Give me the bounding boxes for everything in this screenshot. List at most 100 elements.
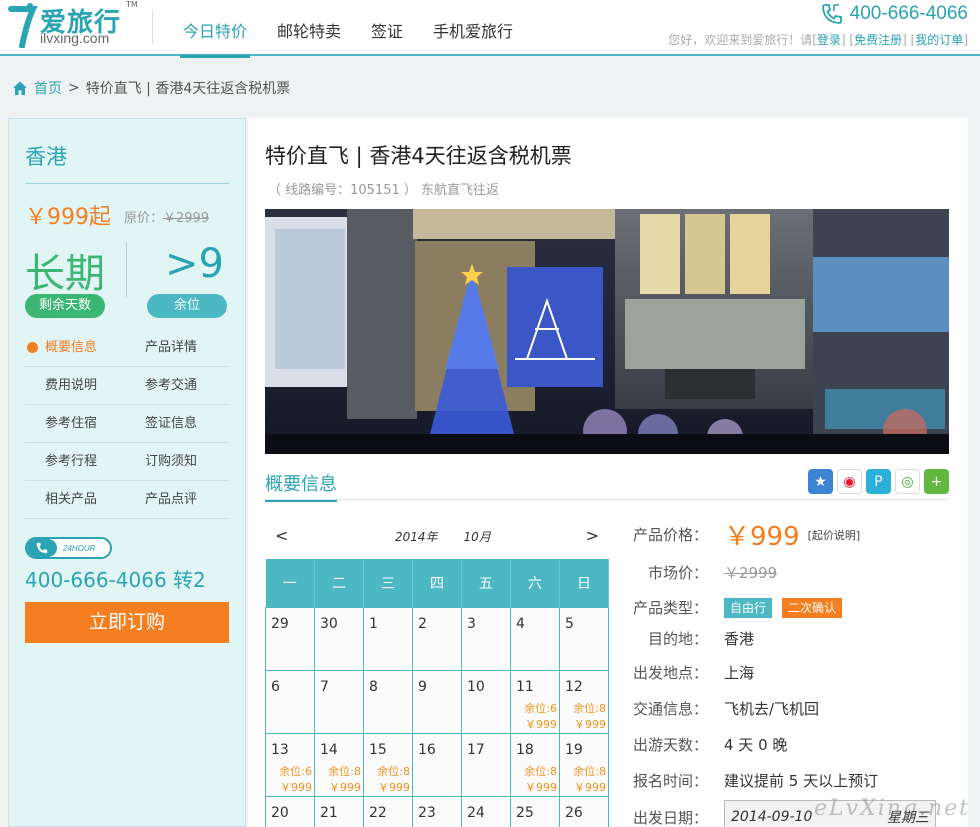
calendar-day-price: ￥999 [378,780,410,794]
calendar-day-cell[interactable]: 29 [265,606,315,671]
calendar-day-cell[interactable]: 26 [559,795,609,827]
calendar-day-cell[interactable]: 5 [559,606,609,671]
buy-now-button[interactable]: 立即订购 [25,602,229,643]
calendar-day-cell[interactable]: 14 余位:8 ￥999 [314,732,364,797]
calendar-day-cell[interactable]: 30 [314,606,364,671]
calendar-month-label: 2014年 10月 [395,528,491,545]
calendar-day-availability: 余位:8 ￥999 [573,764,606,796]
calendar-day-price: ￥999 [574,717,606,731]
menu-row: 相关产品 产品点评 [25,481,229,519]
tab-underline [265,499,949,500]
calendar-day-number: 1 [369,615,378,632]
product-subtitle: （ 线路编号：105151 ） 东航直飞往返 [268,183,500,198]
calendar-prev-button[interactable]: < [275,526,288,545]
breadcrumb-home[interactable]: 首页 [34,78,62,98]
nav-today-deals[interactable]: 今日特价 [168,0,262,58]
calendar-day-cell[interactable]: 2 [412,606,462,671]
calendar-day-number: 18 [516,741,534,758]
nav-cruise-sale[interactable]: 邮轮特卖 [262,0,356,56]
more-share-icon[interactable]: + [924,469,949,494]
calendar-day-cell[interactable]: 9 [412,669,462,734]
login-link[interactable]: 登录 [817,33,841,47]
calendar-day-cell[interactable]: 23 [412,795,462,827]
calendar-day-cell[interactable]: 16 [412,732,462,797]
calendar-day-cell[interactable]: 3 [461,606,511,671]
tag-independent: 自由行 [724,597,773,618]
menu-related-products[interactable]: 相关产品 [25,481,127,518]
product-title: 特价直飞 | 香港4天往返含税机票 [265,144,572,168]
calendar-day-cell[interactable]: 4 [510,606,560,671]
calendar-day-availability: 余位:8 ￥999 [377,764,410,796]
info-market-row: 市场价： ￥2999 [628,562,777,583]
qq-weibo-icon[interactable]: P [866,469,891,494]
register-link[interactable]: 免费注册 [854,33,902,47]
logo-mark-icon [8,3,38,48]
calendar-next-button[interactable]: > [586,526,599,545]
menu-product-details[interactable]: 产品详情 [127,329,229,366]
my-orders-link[interactable]: 我的订单 [915,33,963,47]
destination-city: 香港 [25,145,67,169]
calendar-day-cell[interactable]: 19 余位:8 ￥999 [559,732,609,797]
site-logo[interactable]: 爱旅行 ilvxing.com TM [8,0,138,50]
menu-transport[interactable]: 参考交通 [127,367,229,404]
calendar-body: 29 30 1 2 3 4 5 6 7 8 9 10 11 余位:6 ￥999 12 余位:8 ￥999 13 余位:… [265,606,609,827]
tour-days-label: 出游天数： [632,736,708,754]
weibo-icon[interactable]: ◉ [837,469,862,494]
tab-overview[interactable]: 概要信息 [265,470,337,502]
calendar-day-cell[interactable]: 21 [314,795,364,827]
calendar-day-number: 10 [467,678,485,695]
calendar-day-cell[interactable]: 10 [461,669,511,734]
calendar-day-number: 6 [271,678,280,695]
calendar-day-cell[interactable]: 13 余位:6 ￥999 [265,732,315,797]
calendar-day-seats: 余位:8 [524,764,557,778]
calendar-day-cell[interactable]: 6 [265,669,315,734]
remaining-days-label: 剩余天数 [25,294,105,318]
calendar-day-number: 29 [271,615,289,632]
favorite-star-icon[interactable]: ★ [808,469,833,494]
calendar-day-seats: 余位:8 [328,764,361,778]
home-icon[interactable] [12,80,28,96]
departure-value: 上海 [724,664,755,682]
price-note-link[interactable]: [起价说明] [808,527,861,543]
calendar-day-cell[interactable]: 7 [314,669,364,734]
breadcrumb-separator: > [68,80,80,96]
calendar-day-cell[interactable]: 18 余位:8 ￥999 [510,732,560,797]
calendar-day-cell[interactable]: 24 [461,795,511,827]
calendar-day-cell[interactable]: 11 余位:6 ￥999 [510,669,560,734]
menu-overview[interactable]: 概要信息 [25,329,127,366]
calendar-day-cell[interactable]: 1 [363,606,413,671]
original-price-label: 原价： [124,211,164,226]
calendar-day-number: 15 [369,741,387,758]
calendar-day-number: 7 [320,678,329,695]
menu-reviews[interactable]: 产品点评 [127,481,229,518]
menu-itinerary[interactable]: 参考行程 [25,443,127,480]
info-departure-row: 出发地点： 上海 [628,662,754,683]
calendar-day-cell[interactable]: 8 [363,669,413,734]
calendar-day-cell[interactable]: 15 余位:8 ￥999 [363,732,413,797]
calendar-day-cell[interactable]: 20 [265,795,315,827]
price-value: ￥999 [724,522,800,552]
calendar-day-cell[interactable]: 12 余位:8 ￥999 [559,669,609,734]
hotline: 400-666-4066 [820,2,968,26]
calendar-day-seats: 余位:8 [377,764,410,778]
calendar-day-number: 14 [320,741,338,758]
calendar-day-cell[interactable]: 25 [510,795,560,827]
remaining-seats-value: >9 [165,241,224,287]
calendar-day-availability: 余位:8 ￥999 [524,764,557,796]
calendar-day-number: 9 [418,678,427,695]
menu-fee-description[interactable]: 费用说明 [25,367,127,404]
menu-accommodation[interactable]: 参考住宿 [25,405,127,442]
calendar-day-number: 22 [369,804,387,821]
menu-booking-notes[interactable]: 订购须知 [127,443,229,480]
nav-visa[interactable]: 签证 [356,0,418,56]
calendar-day-number: 25 [516,804,534,821]
wechat-icon[interactable]: ◎ [895,469,920,494]
sidebar-menu: 概要信息 产品详情 费用说明 参考交通 参考住宿 签证信息 参考行程 订购须知 … [25,329,229,519]
calendar-day-cell[interactable]: 17 [461,732,511,797]
product-banner-image [265,209,949,454]
calendar-day-cell[interactable]: 22 [363,795,413,827]
logo-trademark: TM [126,0,138,9]
nav-mobile[interactable]: 手机爱旅行 [418,0,528,56]
menu-visa-info[interactable]: 签证信息 [127,405,229,442]
tour-days-value: 4 天 0 晚 [724,736,788,754]
